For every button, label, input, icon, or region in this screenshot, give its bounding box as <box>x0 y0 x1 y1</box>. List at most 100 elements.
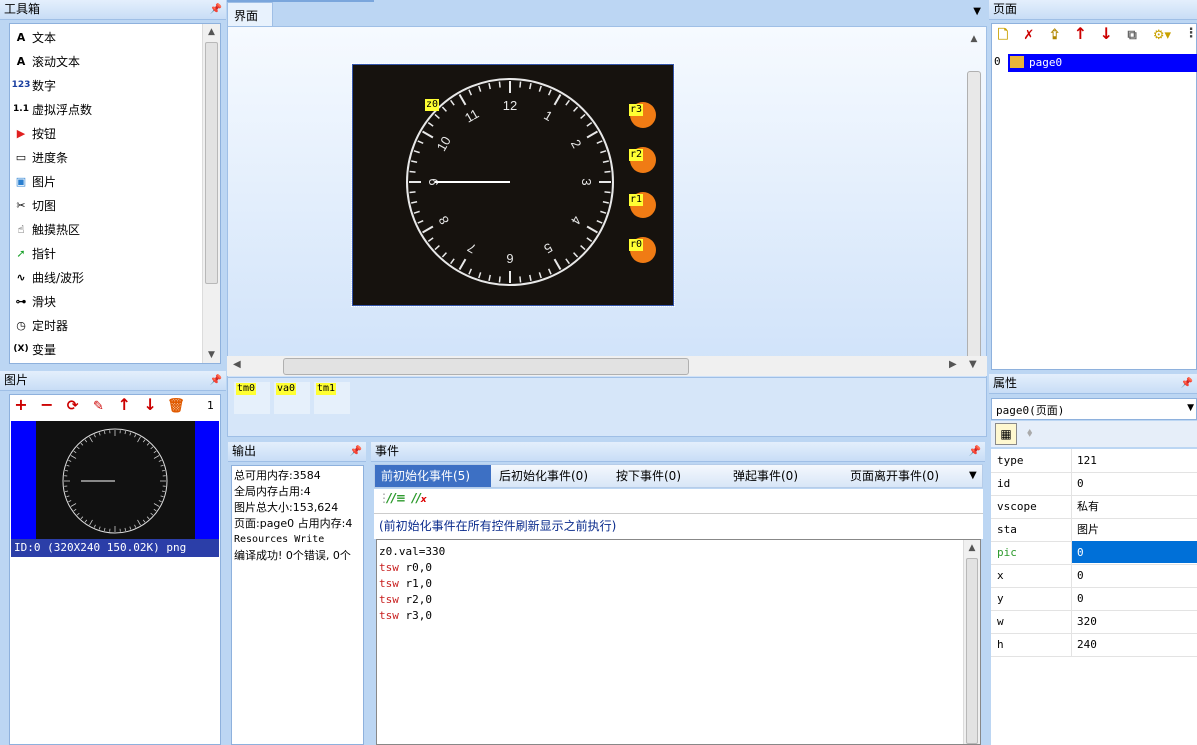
property-value[interactable]: 私有 <box>1077 495 1099 518</box>
property-row-vscope[interactable]: vscope 私有 <box>991 495 1197 519</box>
toolbox-scrollbar[interactable]: ▲ ▼ <box>202 24 220 363</box>
scroll-right-icon[interactable]: ▶ <box>949 359 957 370</box>
pin-icon[interactable]: 📌 <box>1181 374 1193 393</box>
float-icon: 1.1 <box>13 104 29 114</box>
tab-interface[interactable]: 界面 <box>227 2 273 26</box>
clock-tick <box>441 106 447 112</box>
tool-2[interactable]: 123 数字 <box>10 73 203 97</box>
events-icon[interactable]: ⬧ <box>1027 425 1032 440</box>
chevron-down-icon[interactable]: ▼ <box>1187 403 1194 413</box>
tool-7[interactable]: ✂ 切图 <box>10 193 203 217</box>
clock-tick <box>529 274 532 281</box>
move-down-icon[interactable]: ↓ <box>1095 24 1117 44</box>
scroll-thumb[interactable] <box>966 558 978 744</box>
add-icon[interactable]: + <box>10 395 32 415</box>
timer-tm0[interactable]: tm0 <box>234 382 270 414</box>
tool-13[interactable]: (X) 变量 <box>10 337 203 361</box>
property-value[interactable]: 0 <box>1077 541 1084 564</box>
canvas-vscrollbar[interactable]: ▲ <box>966 31 982 361</box>
scroll-thumb[interactable] <box>283 358 689 375</box>
properties-title: 属性 <box>993 376 1018 390</box>
timer-tm1[interactable]: tm1 <box>314 382 350 414</box>
tab-dropdown-icon[interactable]: ▼ <box>973 6 981 17</box>
clock-tick <box>458 258 467 270</box>
tool-4[interactable]: ▶ 按钮 <box>10 121 203 145</box>
tool-1[interactable]: A 滚动文本 <box>10 49 203 73</box>
property-value[interactable]: 320 <box>1077 610 1097 633</box>
move-up-icon[interactable]: ↑ <box>1069 24 1091 44</box>
tab-page-leave[interactable]: 页面离开事件(0) <box>850 465 939 487</box>
canvas-hscrollbar[interactable]: ◀ ▶ ▼ <box>227 356 987 376</box>
insert-page-icon[interactable]: ⮸ <box>1044 26 1066 46</box>
property-value[interactable]: 图片 <box>1077 518 1099 541</box>
uncomment-icon[interactable]: //x <box>412 491 427 505</box>
property-row-pic[interactable]: pic 0 <box>991 541 1197 565</box>
edit-icon[interactable]: ✎ <box>87 397 109 417</box>
tab-pre-init[interactable]: 前初始化事件(5) <box>375 465 491 487</box>
categorized-icon[interactable]: ▦ <box>995 423 1017 445</box>
pin-icon[interactable]: 📌 <box>969 442 981 461</box>
property-value[interactable]: 240 <box>1077 633 1097 656</box>
tab-post-init[interactable]: 后初始化事件(0) <box>499 465 588 487</box>
scroll-thumb[interactable] <box>205 42 218 284</box>
copy-page-icon[interactable]: ⧉ <box>1121 26 1143 46</box>
picture-count: 1 <box>207 399 214 412</box>
scroll-thumb[interactable] <box>967 71 981 361</box>
scroll-down-icon[interactable]: ▼ <box>969 359 977 370</box>
property-value[interactable]: 0 <box>1077 472 1084 495</box>
property-row-sta[interactable]: sta 图片 <box>991 518 1197 542</box>
scroll-down-icon[interactable]: ▼ <box>203 347 220 363</box>
property-value[interactable]: 0 <box>1077 587 1084 610</box>
property-row-id[interactable]: id 0 <box>991 472 1197 496</box>
code-scrollbar[interactable]: ▲ <box>963 540 980 744</box>
variable-va0[interactable]: va0 <box>274 382 310 414</box>
page-options-icon[interactable]: ⚙▾ <box>1147 26 1177 46</box>
property-row-w[interactable]: w 320 <box>991 610 1197 634</box>
add-page-icon[interactable]: 🗋 <box>992 26 1014 46</box>
scroll-up-icon[interactable]: ▲ <box>966 31 982 47</box>
tool-9[interactable]: ➚ 指针 <box>10 241 203 265</box>
property-row-x[interactable]: x0 <box>991 564 1197 588</box>
delete-page-icon[interactable]: ✗ <box>1018 26 1040 46</box>
clock-tick <box>580 113 586 119</box>
pin-icon[interactable]: 📌 <box>210 371 222 390</box>
replace-icon[interactable]: ⟳ <box>62 396 84 416</box>
tool-0[interactable]: A 文本 <box>10 25 203 49</box>
properties-toolbar: ▦ ⬧ <box>991 421 1197 447</box>
tool-6[interactable]: ▣ 图片 <box>10 169 203 193</box>
property-row-h[interactable]: h 240 <box>991 633 1197 657</box>
code-editor[interactable]: z0.val=330 tsw r0,0 tsw r1,0 tsw r2,0 tsw r3… <box>376 539 981 745</box>
pin-icon[interactable]: 📌 <box>210 0 222 19</box>
property-row-type[interactable]: type 121 <box>991 449 1197 473</box>
scroll-left-icon[interactable]: ◀ <box>233 359 241 370</box>
tool-3[interactable]: 1.1 虚拟浮点数 <box>10 97 203 121</box>
move-up-icon[interactable]: ↑ <box>113 395 135 415</box>
property-row-y[interactable]: y0 <box>991 587 1197 611</box>
tool-8[interactable]: ☝ 触摸热区 <box>10 217 203 241</box>
object-selector[interactable]: page0(页面) ▼ <box>991 398 1197 420</box>
property-value[interactable]: 0 <box>1077 564 1084 587</box>
move-down-icon[interactable]: ↓ <box>139 395 161 415</box>
picture-thumbnail[interactable] <box>11 421 219 539</box>
more-icon[interactable]: ⋮ <box>1180 24 1197 44</box>
page-canvas[interactable]: 12 1 2 3 4 5 6 7 8 9 10 11 z0 r3 r2 r1 r0 <box>351 63 675 307</box>
tool-5[interactable]: ▭ 进度条 <box>10 145 203 169</box>
tool-10[interactable]: ∿ 曲线/波形 <box>10 265 203 289</box>
property-value[interactable]: 121 <box>1077 449 1097 472</box>
tool-11[interactable]: ⊶ 滑块 <box>10 289 203 313</box>
tab-press[interactable]: 按下事件(0) <box>616 465 681 487</box>
tabs-dropdown-icon[interactable]: ▼ <box>969 465 977 487</box>
tab-release[interactable]: 弹起事件(0) <box>733 465 798 487</box>
remove-icon[interactable]: − <box>36 395 58 415</box>
page-list-item[interactable]: 0 page0 <box>992 54 1197 72</box>
scroll-up-icon[interactable]: ▲ <box>203 24 220 40</box>
comment-icon[interactable]: //≡ <box>387 491 406 505</box>
thumbnail-tick <box>153 508 157 512</box>
picture-list-item[interactable]: ID:0 (320X240 150.02K) png <box>11 539 219 557</box>
tool-12[interactable]: ◷ 定时器 <box>10 313 203 337</box>
pin-icon[interactable]: 📌 <box>350 442 362 461</box>
pointer-tag-z0[interactable]: z0 <box>425 99 440 111</box>
delete-icon[interactable]: 🗑 <box>165 396 187 416</box>
tool-label: 曲线/波形 <box>32 270 85 285</box>
scroll-up-icon[interactable]: ▲ <box>964 540 980 556</box>
